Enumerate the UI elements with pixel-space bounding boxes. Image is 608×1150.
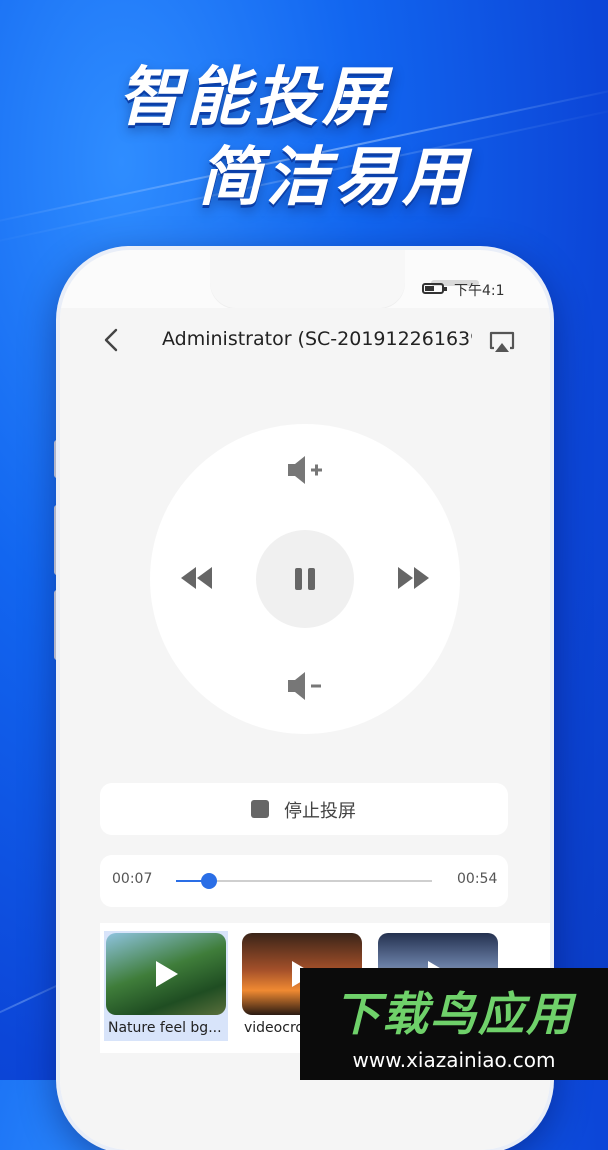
playback-progress-panel: 00:07 00:54 — [100, 855, 508, 907]
video-thumbnail — [106, 933, 226, 1015]
volume-down-icon[interactable] — [286, 668, 324, 704]
progress-knob[interactable] — [201, 873, 218, 889]
video-item[interactable]: Nature feel bg... — [104, 931, 228, 1041]
airplay-icon[interactable] — [488, 330, 516, 354]
fast-forward-icon[interactable] — [396, 564, 432, 592]
promo-headline-2: 简洁易用 — [198, 141, 470, 215]
stop-casting-button[interactable]: 停止投屏 — [100, 783, 508, 835]
remote-control-pad — [150, 424, 460, 734]
promo-headline-1: 智能投屏 — [118, 61, 390, 135]
status-time: 下午4:1 — [454, 283, 505, 299]
stop-icon — [251, 800, 269, 818]
stop-casting-label: 停止投屏 — [284, 801, 356, 822]
total-time: 00:54 — [457, 871, 498, 887]
pause-icon — [295, 568, 315, 590]
watermark-logo: 下载鸟应用 www.xiazainiao.com — [300, 968, 608, 1080]
chevron-left-icon[interactable] — [98, 326, 126, 354]
watermark-title: 下载鸟应用 — [334, 987, 574, 1041]
volume-up-icon[interactable] — [286, 452, 324, 488]
battery-icon — [422, 283, 447, 294]
progress-slider[interactable] — [176, 873, 432, 889]
current-time: 00:07 — [112, 871, 153, 887]
rewind-icon[interactable] — [178, 564, 214, 592]
phone-notch — [210, 250, 479, 308]
watermark-url: www.xiazainiao.com — [352, 1048, 556, 1072]
video-title: Nature feel bg... — [108, 1020, 222, 1036]
play-pause-button[interactable] — [256, 530, 354, 628]
device-title: Administrator (SC-201912261639 — [162, 328, 472, 350]
play-icon — [156, 961, 178, 987]
